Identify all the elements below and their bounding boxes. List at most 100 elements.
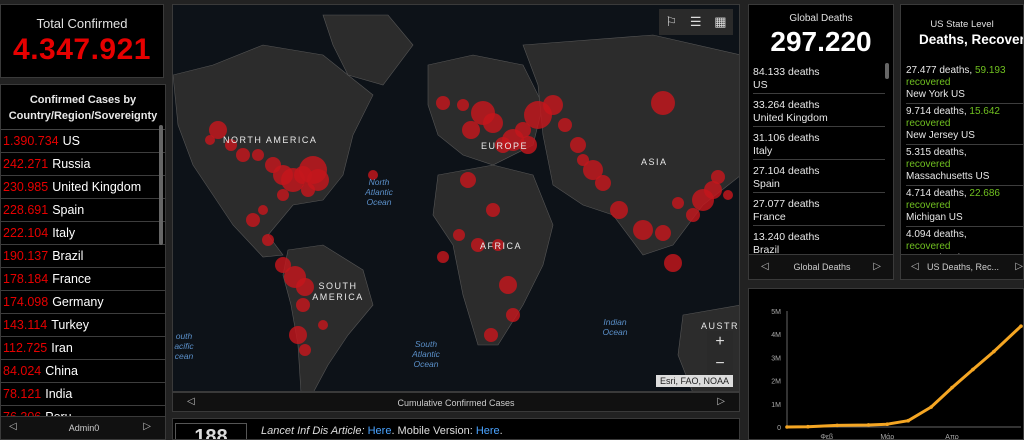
country-row[interactable]: 143.114 Turkey <box>1 314 165 337</box>
basemap-gallery-icon[interactable]: ▦ <box>714 14 726 30</box>
info-mid: . Mobile Version: <box>391 425 476 437</box>
case-bubble[interactable] <box>262 234 274 246</box>
case-bubble[interactable] <box>436 96 450 110</box>
case-bubble[interactable] <box>570 137 586 153</box>
country-row[interactable]: 1.390.734 US <box>1 130 165 153</box>
death-count: 84.133 deaths <box>753 66 820 78</box>
case-bubble[interactable] <box>457 99 469 111</box>
case-bubble[interactable] <box>595 175 611 191</box>
bookmark-icon[interactable]: ⚐ <box>665 14 677 30</box>
case-bubble[interactable] <box>236 148 250 162</box>
case-bubble[interactable] <box>651 91 675 115</box>
death-row[interactable]: 84.133 deaths US <box>753 61 885 94</box>
country-row[interactable]: 78.121 India <box>1 383 165 406</box>
country-list-scrollbar[interactable] <box>159 125 163 245</box>
country-name: Italy <box>52 226 76 240</box>
case-bubble[interactable] <box>486 203 500 217</box>
series-point[interactable] <box>971 367 975 372</box>
label-europe: EUROPE <box>481 141 529 151</box>
death-country: Italy <box>753 145 773 157</box>
case-bubble[interactable] <box>633 220 653 240</box>
state-row[interactable]: 9.714 deaths, 15.642 recovered New Jersey … <box>906 104 1023 145</box>
series-point[interactable] <box>835 423 839 428</box>
state-row[interactable]: 4.714 deaths, 22.686 recovered Michigan US <box>906 186 1023 227</box>
case-bubble[interactable] <box>460 172 476 188</box>
us-state-title: Deaths, Recovered <box>919 32 1023 47</box>
case-bubble[interactable] <box>483 113 503 133</box>
case-bubble[interactable] <box>453 229 465 241</box>
state-list-footer-label: US Deaths, Rec... <box>926 262 1000 272</box>
state-name: Michigan US <box>906 212 963 223</box>
case-bubble[interactable] <box>205 135 215 145</box>
zoom-in-button[interactable]: + <box>707 331 733 353</box>
country-row[interactable]: 222.104 Italy <box>1 222 165 245</box>
country-row[interactable]: 190.137 Brazil <box>1 245 165 268</box>
death-country: Spain <box>753 178 780 190</box>
case-bubble[interactable] <box>499 276 517 294</box>
state-name: Massachusetts US <box>906 171 990 182</box>
country-row[interactable]: 228.691 Spain <box>1 199 165 222</box>
state-deaths: 9.714 deaths, <box>906 106 967 117</box>
case-bubble[interactable] <box>543 95 563 115</box>
series-point[interactable] <box>992 349 996 354</box>
case-bubble[interactable] <box>664 254 682 272</box>
case-bubble[interactable] <box>289 326 307 344</box>
legend-list-icon[interactable]: ☰ <box>690 14 702 30</box>
world-map[interactable]: NORTH AMERICA SOUTH AMERICA EUROPE AFRIC… <box>172 4 740 392</box>
death-row[interactable]: 31.106 deaths Italy <box>753 127 885 160</box>
mobile-version-link[interactable]: Here <box>476 425 500 437</box>
series-point[interactable] <box>785 425 789 429</box>
state-row[interactable]: 5.315 deaths, recovered Massachusetts US <box>906 145 1023 186</box>
case-bubble[interactable] <box>258 205 268 215</box>
zoom-out-button[interactable]: − <box>707 353 733 375</box>
state-row[interactable]: 27.477 deaths, 59.193 recovered New York U… <box>906 63 1023 104</box>
death-row[interactable]: 27.077 deaths France <box>753 193 885 226</box>
africa-shape <box>432 164 554 346</box>
x-tick-label: Μάρ <box>880 433 894 440</box>
series-point[interactable] <box>806 424 810 429</box>
country-row[interactable]: 242.271 Russia <box>1 153 165 176</box>
series-point[interactable] <box>929 405 933 409</box>
next-arrow-icon[interactable]: ▷ <box>143 421 151 432</box>
country-row[interactable]: 178.184 France <box>1 268 165 291</box>
case-bubble[interactable] <box>655 225 671 241</box>
country-row[interactable]: 84.024 China <box>1 360 165 383</box>
case-bubble[interactable] <box>610 201 628 219</box>
case-bubble[interactable] <box>301 183 315 197</box>
map-next-arrow-icon[interactable]: ▷ <box>717 396 725 407</box>
case-bubble[interactable] <box>672 197 684 209</box>
case-bubble[interactable] <box>318 320 328 330</box>
series-point[interactable] <box>950 385 954 390</box>
case-bubble[interactable] <box>506 308 520 322</box>
case-bubble[interactable] <box>299 344 311 356</box>
series-point[interactable] <box>866 423 871 427</box>
death-row[interactable]: 27.104 deaths Spain <box>753 160 885 193</box>
death-list-scrollbar[interactable] <box>885 63 889 79</box>
death-count: 13.240 deaths <box>753 231 820 243</box>
cases-line-chart: 0 1M 2M 3M 4M 5M Φεβ Μάρ Απρ <box>771 309 1023 440</box>
series-point[interactable] <box>1019 324 1023 328</box>
country-name: India <box>45 387 73 401</box>
case-bubble[interactable] <box>252 149 264 161</box>
case-bubble[interactable] <box>558 118 572 132</box>
death-row[interactable]: 33.264 deaths United Kingdom <box>753 94 885 127</box>
series-point[interactable] <box>906 418 910 423</box>
country-row[interactable]: 230.985 United Kingdom <box>1 176 165 199</box>
state-list-footer: ◁ US Deaths, Rec... ▷ <box>901 254 1023 279</box>
case-bubble[interactable] <box>277 189 289 201</box>
case-bubble[interactable] <box>711 170 725 184</box>
case-bubble[interactable] <box>246 213 260 227</box>
case-bubble[interactable] <box>437 251 449 263</box>
states-next-arrow-icon[interactable]: ▷ <box>1015 261 1023 272</box>
series-point[interactable] <box>885 422 890 427</box>
case-bubble[interactable] <box>484 328 498 342</box>
deaths-next-arrow-icon[interactable]: ▷ <box>873 261 881 272</box>
country-row[interactable]: 174.098 Germany <box>1 291 165 314</box>
case-bubble[interactable] <box>462 121 480 139</box>
zoom-control: + − <box>707 331 733 375</box>
country-row[interactable]: 112.725 Iran <box>1 337 165 360</box>
case-bubble[interactable] <box>723 190 733 200</box>
article-link[interactable]: Here <box>368 425 392 437</box>
case-bubble[interactable] <box>686 208 700 222</box>
y-tick-label: 5M <box>771 309 781 316</box>
